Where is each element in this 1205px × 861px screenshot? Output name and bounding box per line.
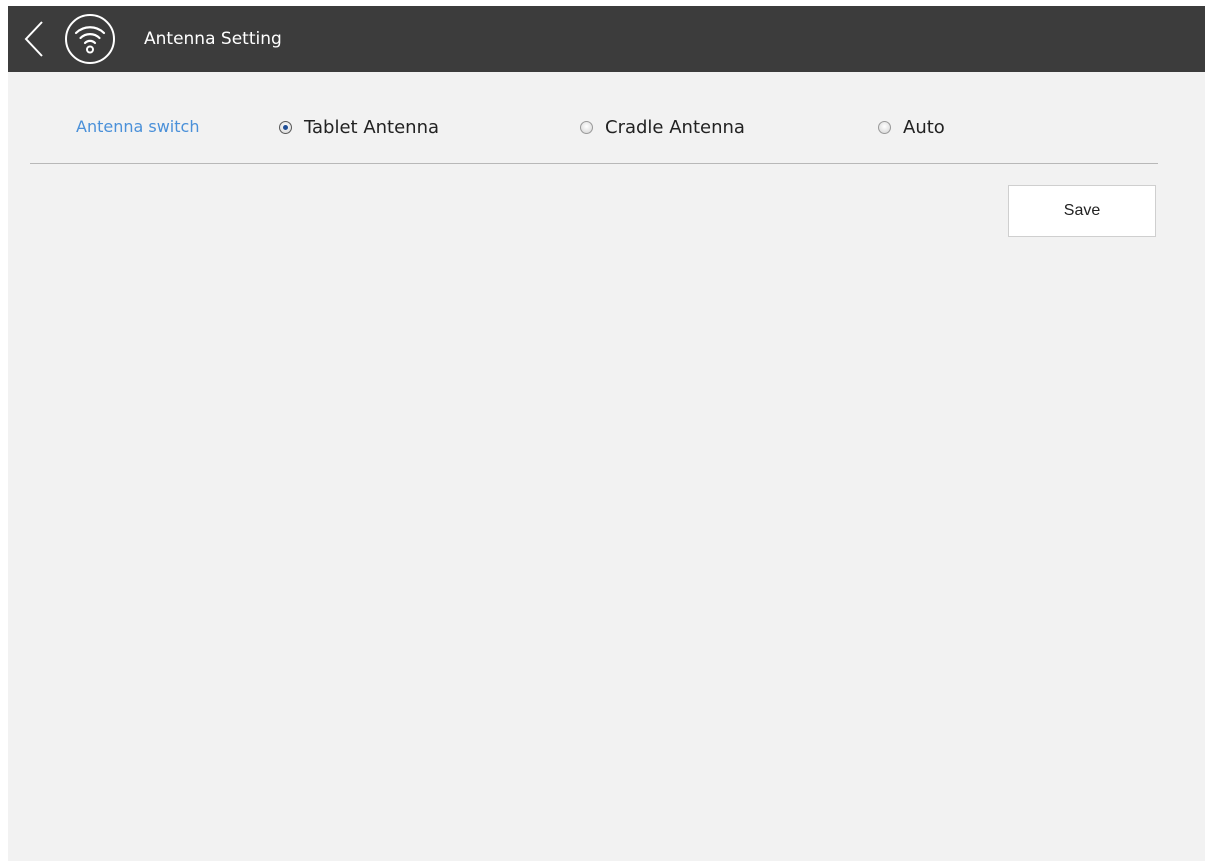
back-button[interactable] bbox=[20, 20, 50, 58]
radio-label: Tablet Antenna bbox=[304, 116, 440, 138]
radio-label: Auto bbox=[903, 116, 945, 138]
radio-label: Cradle Antenna bbox=[605, 116, 745, 138]
antenna-switch-label: Antenna switch bbox=[76, 117, 200, 136]
radio-auto[interactable]: Auto bbox=[878, 116, 945, 138]
wifi-icon bbox=[64, 13, 116, 65]
title-bar: Antenna Setting bbox=[8, 6, 1205, 72]
radio-indicator bbox=[580, 120, 593, 134]
divider bbox=[30, 163, 1158, 164]
radio-tablet-antenna[interactable]: Tablet Antenna bbox=[279, 116, 439, 138]
save-button[interactable]: Save bbox=[1008, 185, 1156, 237]
page-title: Antenna Setting bbox=[144, 29, 282, 49]
app-window: Antenna Setting Antenna switch Tablet An… bbox=[8, 6, 1205, 861]
chevron-left-icon bbox=[24, 21, 43, 57]
radio-indicator bbox=[878, 120, 891, 134]
radio-cradle-antenna[interactable]: Cradle Antenna bbox=[580, 116, 745, 138]
radio-indicator bbox=[279, 120, 292, 134]
